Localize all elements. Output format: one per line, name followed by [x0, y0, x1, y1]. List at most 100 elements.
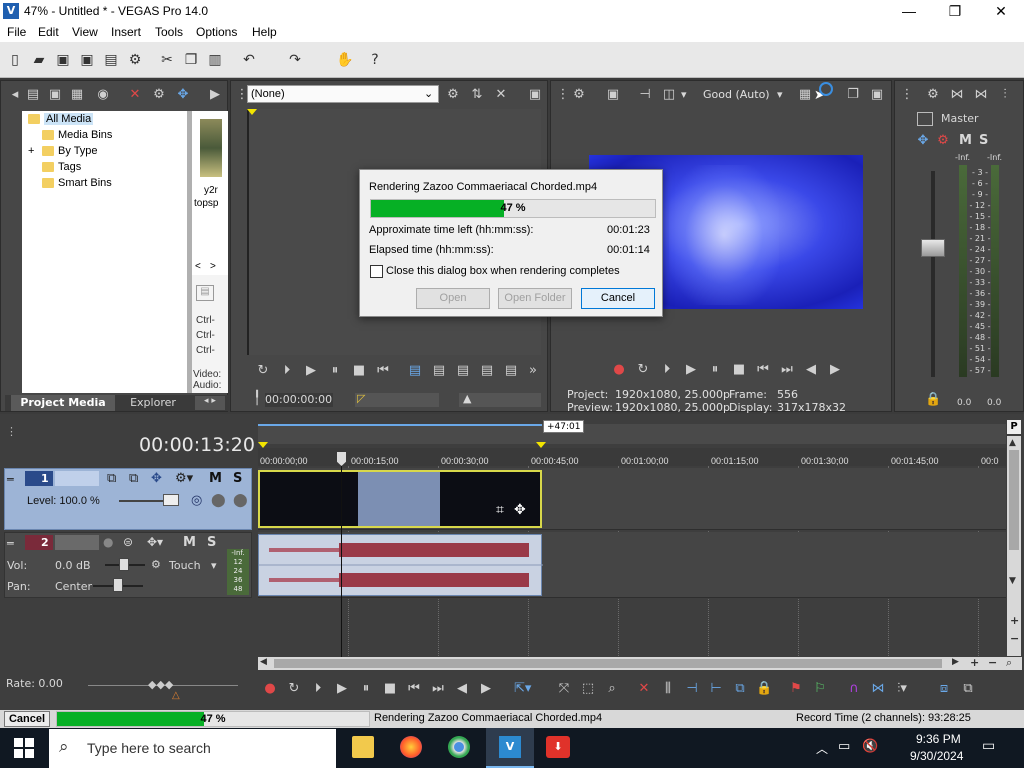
- pause-icon[interactable]: ⏸: [707, 362, 723, 378]
- play-from-start-icon[interactable]: ⏵: [659, 362, 675, 378]
- trim-start-icon[interactable]: ⊣: [684, 681, 700, 697]
- fit-icon[interactable]: ▤: [479, 363, 495, 379]
- trim-icon[interactable]: ⫼: [660, 681, 676, 697]
- taskbar-search-box[interactable]: ⌕ Type here to search: [49, 729, 336, 768]
- remove-icon[interactable]: ✕: [127, 87, 143, 103]
- monitor-icon[interactable]: ◫: [661, 87, 677, 103]
- save-as-icon[interactable]: ▣: [78, 51, 96, 69]
- normal-edit-tool-icon[interactable]: ⇱▾: [514, 681, 531, 697]
- fill-icon[interactable]: ▤: [503, 363, 519, 379]
- vertical-scrollbar[interactable]: ▲ ▼ + −: [1007, 436, 1021, 656]
- close-button[interactable]: ✕: [978, 0, 1024, 22]
- ripple-hand-icon[interactable]: ✋: [336, 51, 354, 69]
- rate-slider-handle[interactable]: ◆◆◆: [148, 678, 173, 691]
- track-motion-icon[interactable]: ⧉: [107, 471, 116, 486]
- automation-gear-icon[interactable]: ⚙: [151, 558, 161, 571]
- cut-icon[interactable]: ✂: [158, 51, 176, 69]
- clock-time[interactable]: 9:36 PM: [916, 732, 961, 746]
- envelope-tool-icon[interactable]: ⤧: [556, 681, 572, 697]
- capture-icon[interactable]: ▣: [47, 87, 63, 103]
- zoom-icon[interactable]: ⌕: [1006, 656, 1012, 670]
- parent-icon[interactable]: ⬤: [211, 493, 226, 508]
- properties-gear-icon[interactable]: ⚙: [126, 51, 144, 69]
- p-marker-icon[interactable]: P: [1007, 420, 1021, 434]
- play-icon[interactable]: ▶: [334, 681, 350, 697]
- pan-icon[interactable]: ✥: [915, 133, 931, 149]
- menu-view[interactable]: View: [72, 25, 98, 39]
- previous-frame-icon[interactable]: ⏮: [375, 363, 391, 379]
- zoom-tool-icon[interactable]: ⌕: [604, 681, 620, 697]
- trimmer-range-field[interactable]: ▲: [459, 392, 541, 407]
- level-slider-handle[interactable]: [163, 494, 179, 506]
- automation-mode[interactable]: Touch: [169, 559, 201, 572]
- mute-button[interactable]: M: [959, 133, 972, 148]
- input-monitor-icon[interactable]: ⊜: [123, 535, 133, 549]
- tree-item-by-type[interactable]: By Type: [42, 145, 98, 157]
- maximize-button[interactable]: ❐: [932, 0, 978, 22]
- track-mute-button[interactable]: M: [209, 471, 222, 486]
- notifications-icon[interactable]: ▭: [982, 738, 995, 754]
- marker-bar[interactable]: [258, 424, 1006, 444]
- rate-reset-marker[interactable]: △: [172, 690, 180, 701]
- stop-icon[interactable]: ■: [351, 363, 367, 379]
- go-to-start-icon[interactable]: ⏮: [755, 362, 771, 378]
- new-project-icon[interactable]: ▯: [6, 51, 24, 69]
- lock-icon[interactable]: 🔒: [925, 392, 941, 408]
- tab-project-media[interactable]: Project Media: [11, 395, 115, 411]
- zoom-in-icon[interactable]: +: [1010, 614, 1019, 627]
- video-event[interactable]: ⌗ ✥: [258, 470, 542, 528]
- back-icon[interactable]: ◂: [7, 87, 23, 103]
- marker-icon[interactable]: ⚑: [788, 681, 804, 697]
- horizontal-scrollbar[interactable]: ◀ ▶ + − ⌕: [258, 656, 1022, 670]
- menu-insert[interactable]: Insert: [111, 25, 141, 39]
- next-frame-icon[interactable]: ▶: [478, 681, 494, 697]
- previous-frame-icon[interactable]: ◀: [803, 362, 819, 378]
- event-fx-icon[interactable]: ✥: [514, 502, 526, 518]
- chevron-up-icon[interactable]: ︿: [816, 740, 828, 757]
- loop-icon[interactable]: ↻: [635, 362, 651, 378]
- auto-crossfade-icon[interactable]: ⋈: [870, 681, 886, 697]
- menu-edit[interactable]: Edit: [38, 25, 59, 39]
- undo-icon[interactable]: ↶: [240, 51, 258, 69]
- network-icon[interactable]: ▭: [838, 739, 850, 754]
- track-fx-gear-icon[interactable]: ⚙▾: [175, 471, 193, 486]
- overwrite-icon[interactable]: ▤: [455, 363, 471, 379]
- firefox-icon[interactable]: [400, 736, 422, 758]
- tree-expand-by-type[interactable]: +: [28, 145, 34, 157]
- collapse-icon[interactable]: ═: [7, 473, 14, 486]
- get-photo-icon[interactable]: ▦: [69, 87, 85, 103]
- mixer-settings-icon[interactable]: ⫶: [997, 87, 1013, 103]
- master-fader-handle[interactable]: [921, 239, 945, 257]
- menu-file[interactable]: File: [7, 25, 26, 39]
- child-icon[interactable]: ⬤: [233, 493, 248, 508]
- snapping-icon[interactable]: ∩: [846, 681, 862, 697]
- disc-icon[interactable]: ◉: [95, 87, 111, 103]
- file-explorer-icon[interactable]: [352, 736, 374, 758]
- loop-icon[interactable]: ↻: [255, 363, 271, 379]
- trimmer-options-icon[interactable]: ⚙: [445, 87, 461, 103]
- split-icon[interactable]: ✥: [175, 87, 191, 103]
- chevron-down-icon[interactable]: ▾: [777, 88, 783, 101]
- scroll-left-icon[interactable]: ◀: [260, 657, 267, 667]
- ripple-icon[interactable]: ⫶▾: [894, 681, 910, 697]
- stop-icon[interactable]: ■: [382, 681, 398, 697]
- next-frame-icon[interactable]: ▶: [827, 362, 843, 378]
- play-from-start-icon[interactable]: ⏵: [310, 681, 326, 697]
- pan-slider-handle[interactable]: [113, 578, 123, 592]
- lock-envelopes-icon[interactable]: ⧈: [936, 681, 952, 697]
- in-point-marker[interactable]: [247, 109, 257, 115]
- windows-start-icon[interactable]: [14, 738, 34, 758]
- close-when-done-checkbox[interactable]: [370, 265, 383, 278]
- paste-icon[interactable]: ▥: [206, 51, 224, 69]
- trimmer-toggle-icon[interactable]: ⇅: [469, 87, 485, 103]
- h-zoom-in-icon[interactable]: +: [970, 656, 979, 669]
- import-media-icon[interactable]: ▤: [25, 87, 41, 103]
- more-arrow-icon[interactable]: ▶: [207, 87, 223, 103]
- chevron-down-icon[interactable]: ▾: [211, 559, 217, 572]
- h-zoom-out-icon[interactable]: −: [988, 656, 997, 669]
- menu-help[interactable]: Help: [252, 25, 277, 39]
- redo-icon[interactable]: ↷: [286, 51, 304, 69]
- trimmer-clear-icon[interactable]: ✕: [493, 87, 509, 103]
- compositing-icon[interactable]: ⧉: [129, 471, 138, 486]
- tree-item-smart-bins[interactable]: Smart Bins: [42, 177, 112, 189]
